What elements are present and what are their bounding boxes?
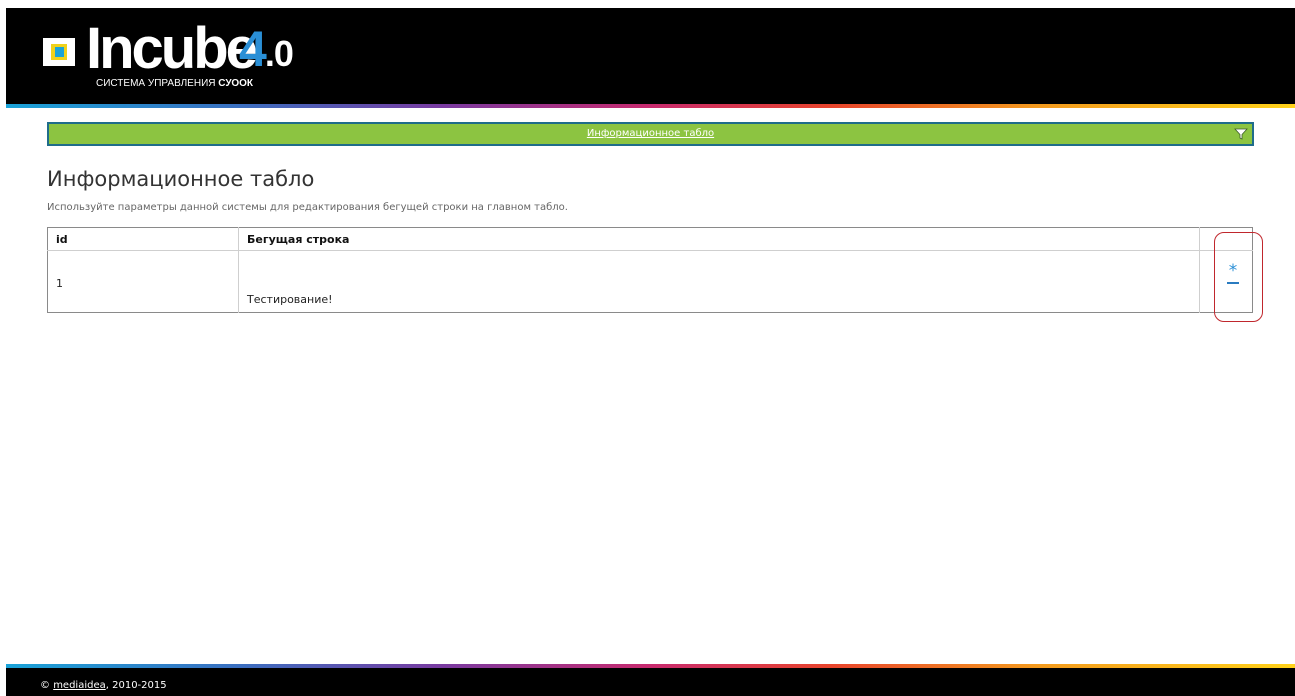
table-header-row: id Бегущая строка	[47, 227, 1253, 251]
row-ticker-text-cell: Тестирование!	[238, 255, 1200, 313]
page-frame: Incube 4.0 СИСТЕМА УПРАВЛЕНИЯ СУООК Инфо…	[6, 8, 1295, 696]
nav-link-info-board[interactable]: Информационное табло	[49, 124, 1252, 144]
filter-funnel-icon[interactable]	[1234, 127, 1248, 141]
logo-subtitle: СИСТЕМА УПРАВЛЕНИЯ СУООК	[96, 78, 254, 89]
footer-copyright: © mediaidea, 2010-2015	[40, 680, 167, 691]
logo-icon	[43, 38, 75, 66]
ticker-table: id Бегущая строка 1 Тестирование! *	[47, 227, 1253, 313]
footer: © mediaidea, 2010-2015	[6, 668, 1295, 696]
header-rainbow-divider	[6, 104, 1295, 108]
column-header-id: id	[47, 227, 239, 251]
header: Incube 4.0 СИСТЕМА УПРАВЛЕНИЯ СУООК	[6, 8, 1295, 104]
asterisk-edit-icon[interactable]: *	[1226, 263, 1240, 280]
nav-bar: Информационное табло	[47, 122, 1254, 146]
column-header-ticker: Бегущая строка	[238, 227, 1200, 251]
page-title: Информационное табло	[47, 167, 315, 191]
row-actions-cell: *	[1200, 255, 1253, 313]
logo-wordmark: Incube	[86, 16, 258, 81]
table-row: 1 Тестирование! *	[47, 255, 1253, 313]
minus-delete-icon[interactable]	[1227, 282, 1239, 284]
page-description: Используйте параметры данной системы для…	[47, 202, 568, 213]
row-id-cell: 1	[47, 255, 239, 313]
footer-link-mediaidea[interactable]: mediaidea	[53, 680, 106, 691]
logo-version: 4.0	[239, 21, 294, 77]
column-header-actions	[1199, 227, 1253, 251]
